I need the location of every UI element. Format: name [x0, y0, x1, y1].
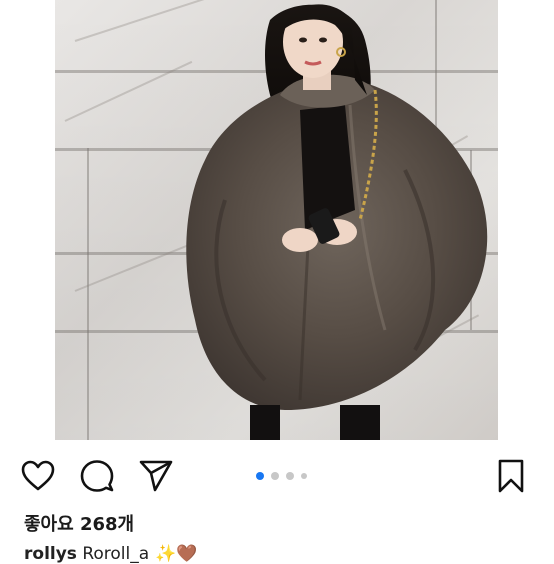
- carousel-indicator: [256, 472, 307, 480]
- post-photo[interactable]: [55, 0, 498, 440]
- carousel-dot: [286, 472, 294, 480]
- carousel-dot: [301, 473, 307, 479]
- caption-username[interactable]: rollys: [24, 544, 77, 564]
- like-count[interactable]: 좋아요 268개: [24, 510, 134, 536]
- post-caption: rollys Roroll_a ✨🤎: [24, 544, 198, 564]
- comment-bubble-icon[interactable]: [79, 458, 115, 494]
- paper-plane-icon[interactable]: [138, 458, 174, 494]
- woman-in-fur-coat-image: [186, 4, 488, 440]
- carousel-dot: [256, 472, 264, 480]
- carousel-dot: [271, 472, 279, 480]
- bookmark-icon[interactable]: [493, 458, 529, 494]
- caption-text: Roroll_a: [76, 544, 150, 564]
- emoji-icon: ✨🤎: [155, 544, 198, 564]
- heart-icon[interactable]: [20, 458, 56, 494]
